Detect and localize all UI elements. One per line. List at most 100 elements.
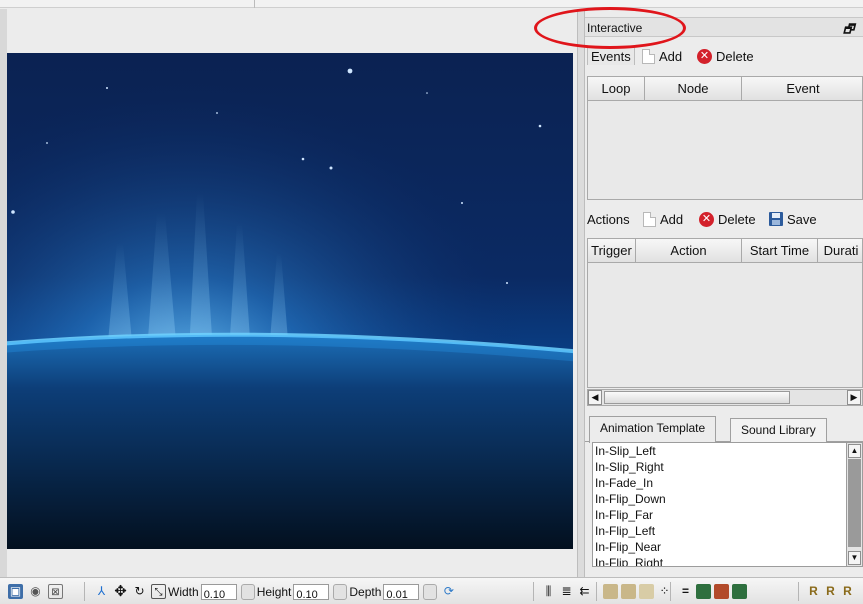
- scale-icon[interactable]: ⤡: [151, 584, 166, 599]
- depth-field[interactable]: 0.01: [383, 583, 420, 600]
- library-tabs: Animation Template Sound Library: [585, 414, 863, 443]
- column-header-start-time[interactable]: Start Time: [742, 239, 818, 263]
- width-label: Width: [168, 584, 199, 599]
- layout-tools: ⁘: [603, 583, 672, 600]
- rotate-icon[interactable]: ↻: [132, 584, 147, 599]
- list-item[interactable]: In-Flip_Near: [593, 539, 862, 555]
- actions-save-button[interactable]: Save: [769, 210, 817, 228]
- list-item[interactable]: In-Fade_In: [593, 475, 862, 491]
- add-icon: [643, 211, 656, 227]
- viewport-area: [0, 9, 577, 577]
- delete-icon: ✕: [699, 211, 714, 227]
- column-header-node[interactable]: Node: [645, 77, 742, 101]
- top-strip: [0, 0, 863, 8]
- app-window: Interactive 🗗 Events Add ✕ Delete Loop N…: [0, 0, 863, 604]
- list-vertical-scrollbar[interactable]: ▲ ▼: [846, 443, 862, 566]
- viewport-left-edge: [0, 9, 7, 577]
- toolbar-separator: [596, 582, 597, 601]
- add-icon: [642, 48, 655, 64]
- film-orange-icon[interactable]: [714, 584, 729, 599]
- depth-label: Depth: [349, 584, 382, 599]
- align-bars-icon[interactable]: ⫼: [541, 584, 556, 599]
- toolbar-separator: [670, 582, 671, 601]
- animation-template-list[interactable]: In-Slip_Left In-Slip_Right In-Fade_In In…: [592, 442, 863, 567]
- panel-title: Interactive: [587, 21, 643, 35]
- equal-spacing-icon[interactable]: =: [678, 584, 693, 599]
- actions-delete-button[interactable]: ✕ Delete: [699, 210, 756, 228]
- record-icon[interactable]: ◉: [28, 584, 43, 599]
- events-table[interactable]: Loop Node Event: [587, 76, 863, 200]
- panel-titlebar: Interactive 🗗: [585, 17, 863, 37]
- column-header-duration[interactable]: Durati: [818, 239, 862, 263]
- scrollbar-thumb[interactable]: [848, 459, 861, 547]
- axis-icon[interactable]: ⅄: [94, 584, 109, 599]
- actions-save-label: Save: [787, 211, 817, 227]
- scroll-left-arrow-icon[interactable]: ◀: [588, 390, 602, 405]
- list-item[interactable]: In-Slip_Left: [593, 443, 862, 459]
- scroll-right-arrow-icon[interactable]: ▶: [847, 390, 861, 405]
- actions-table[interactable]: Trigger Action Start Time Durati: [587, 238, 863, 388]
- tab-events[interactable]: Events: [587, 47, 635, 65]
- scrollbar-thumb[interactable]: [604, 391, 790, 404]
- column-header-trigger[interactable]: Trigger: [588, 239, 636, 263]
- actions-table-header: Trigger Action Start Time Durati: [588, 239, 862, 263]
- actions-add-label: Add: [660, 211, 684, 227]
- render-icon[interactable]: R: [823, 584, 838, 599]
- film-dark-icon[interactable]: [732, 584, 747, 599]
- frame-icon[interactable]: ⊠: [48, 584, 63, 599]
- width-field[interactable]: 0.10: [200, 583, 237, 600]
- panel-splitter[interactable]: [577, 9, 585, 577]
- scroll-up-arrow-icon[interactable]: ▲: [848, 444, 861, 458]
- events-delete-button[interactable]: ✕ Delete: [697, 47, 754, 65]
- top-divider: [254, 0, 255, 8]
- scroll-down-arrow-icon[interactable]: ▼: [848, 551, 861, 565]
- restore-icon[interactable]: 🗗: [843, 20, 854, 41]
- tab-sound-library[interactable]: Sound Library: [730, 418, 827, 442]
- actions-horizontal-scrollbar[interactable]: ◀ ▶: [587, 389, 863, 406]
- refresh-icon[interactable]: ⟳: [441, 584, 456, 599]
- scene-viewport[interactable]: [7, 53, 573, 549]
- align-left-icon[interactable]: ≣: [559, 584, 574, 599]
- height-label: Height: [256, 584, 292, 599]
- render-icon[interactable]: R: [840, 584, 855, 599]
- render-tools: R R R: [806, 583, 855, 600]
- toolbar-separator: [84, 582, 85, 601]
- toolbar-separator: [533, 582, 534, 601]
- height-stepper[interactable]: [333, 583, 348, 600]
- actions-add-button[interactable]: Add: [643, 210, 683, 228]
- delete-icon: ✕: [697, 48, 712, 64]
- move-icon[interactable]: ✥: [113, 584, 128, 599]
- actions-delete-label: Delete: [718, 211, 756, 227]
- bottom-toolbar: ▣ ◉ ⊠ ⅄ ✥ ↻ ⤡ Width 0.10 Height 0.10 Dep…: [0, 577, 863, 604]
- list-item[interactable]: In-Slip_Right: [593, 459, 862, 475]
- height-field[interactable]: 0.10: [293, 583, 330, 600]
- grid-view-icon[interactable]: ▣: [8, 584, 23, 599]
- save-icon: [769, 212, 783, 226]
- align-arrow-icon[interactable]: ⇇: [577, 584, 592, 599]
- events-add-label: Add: [659, 48, 683, 64]
- column-header-loop[interactable]: Loop: [588, 77, 645, 101]
- depth-stepper[interactable]: [423, 583, 438, 600]
- interactive-panel: Interactive 🗗 Events Add ✕ Delete Loop N…: [585, 9, 863, 577]
- layout-rows-icon[interactable]: [621, 584, 636, 599]
- earth-space-scene: [7, 53, 573, 549]
- list-item[interactable]: In-Flip_Left: [593, 523, 862, 539]
- width-stepper[interactable]: [240, 583, 255, 600]
- column-header-action[interactable]: Action: [636, 239, 742, 263]
- column-header-event[interactable]: Event: [742, 77, 862, 101]
- earth-surface: [7, 334, 573, 549]
- events-add-button[interactable]: Add: [642, 47, 682, 65]
- list-item[interactable]: In-Flip_Far: [593, 507, 862, 523]
- transform-tools: ⅄ ✥ ↻ ⤡ Width 0.10 Height 0.10 Depth 0.0…: [94, 583, 456, 600]
- actions-label: Actions: [587, 212, 630, 227]
- list-item[interactable]: In-Flip_Right: [593, 555, 862, 566]
- events-table-header: Loop Node Event: [588, 77, 862, 101]
- layout-columns-icon[interactable]: [603, 584, 618, 599]
- actions-toolbar: Actions Add ✕ Delete Save: [585, 208, 863, 230]
- film-tools: =: [678, 583, 747, 600]
- film-green-icon[interactable]: [696, 584, 711, 599]
- layout-stack-icon[interactable]: [639, 584, 654, 599]
- list-item[interactable]: In-Flip_Down: [593, 491, 862, 507]
- render-icon[interactable]: R: [806, 584, 821, 599]
- tab-animation-template[interactable]: Animation Template: [589, 416, 717, 443]
